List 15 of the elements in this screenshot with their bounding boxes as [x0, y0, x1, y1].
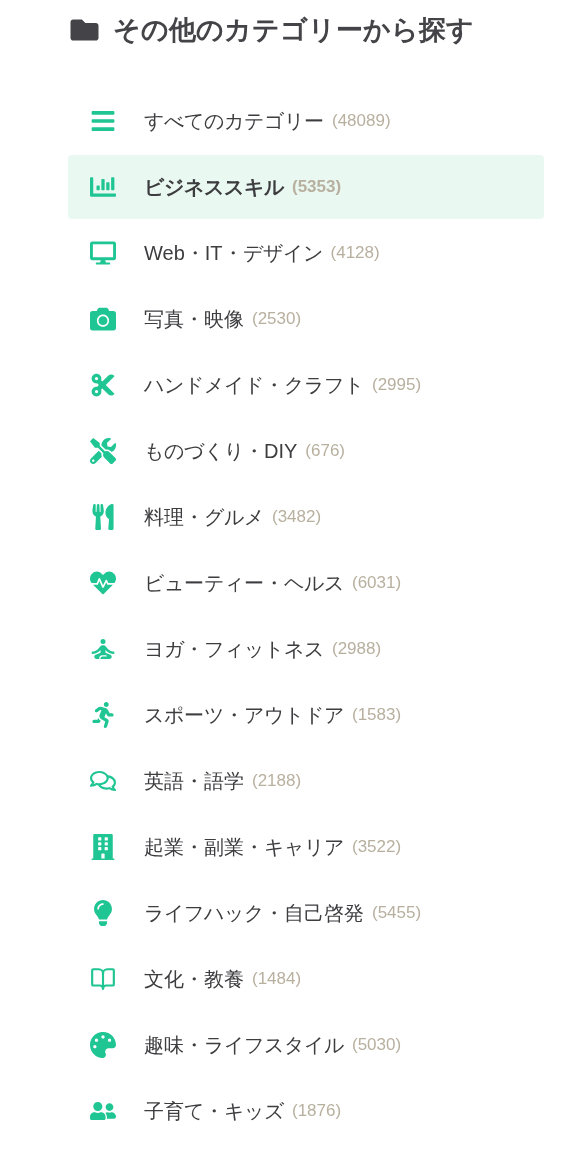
fork-knife-icon	[90, 504, 116, 530]
scissors-icon	[90, 372, 116, 398]
list-icon	[90, 108, 116, 134]
camera-icon	[90, 306, 116, 332]
heartbeat-icon	[90, 570, 116, 596]
speech-bubbles-icon	[90, 768, 116, 794]
building-icon	[90, 834, 116, 860]
book-icon	[90, 966, 116, 992]
section-title: その他のカテゴリーから探す	[113, 13, 474, 47]
category-item[interactable]: ビジネススキル (5353)	[68, 155, 544, 219]
runner-icon	[90, 702, 116, 728]
palette-icon	[90, 1032, 116, 1058]
tools-icon	[90, 438, 116, 464]
bar-chart-icon	[90, 174, 116, 200]
monitor-icon	[90, 240, 116, 266]
